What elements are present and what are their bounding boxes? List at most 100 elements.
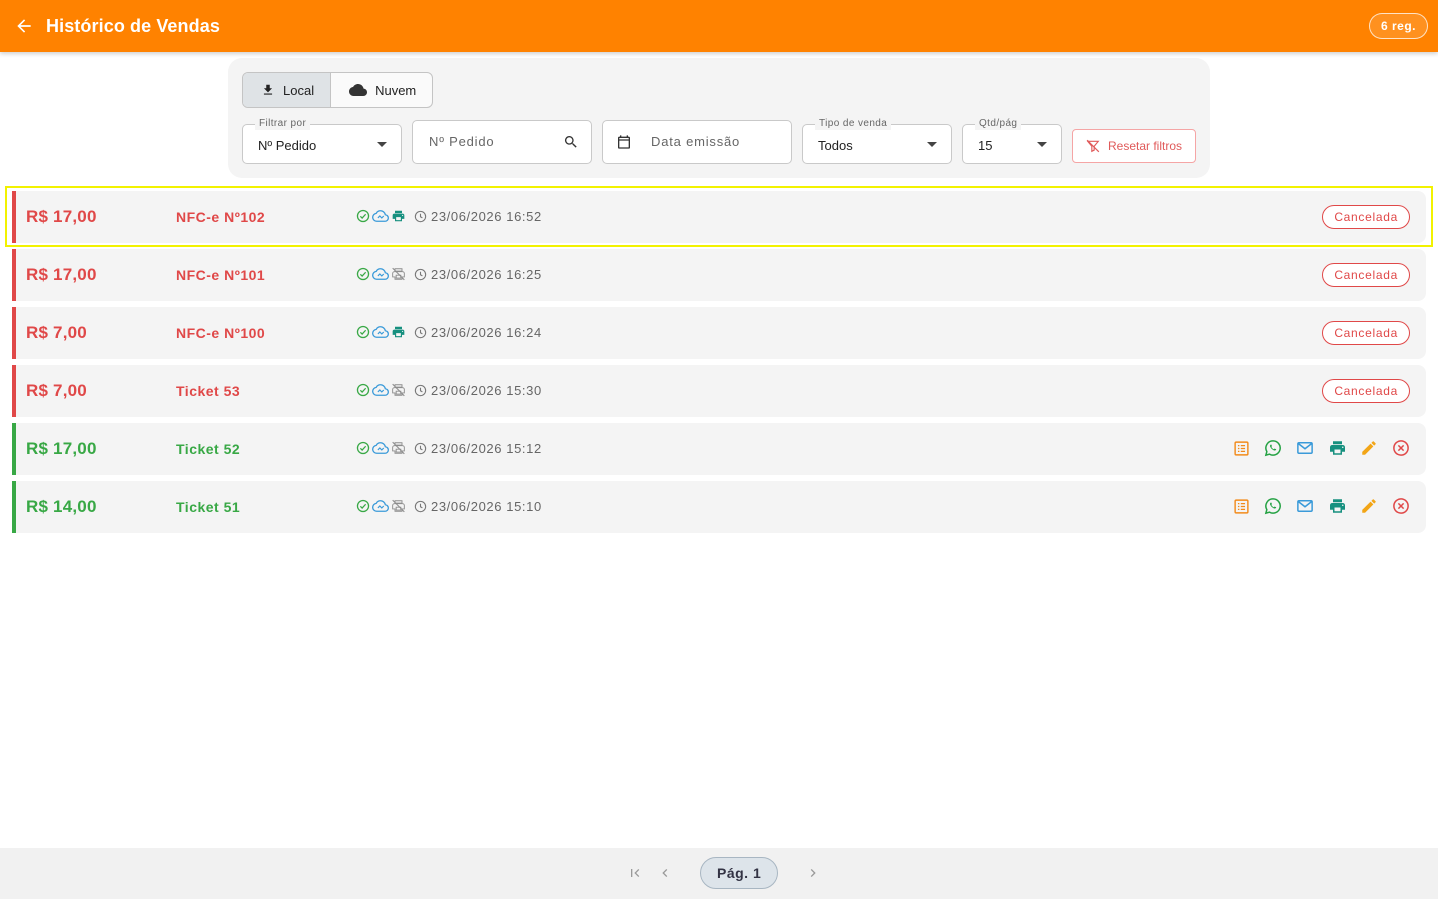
printer-icon (392, 326, 405, 338)
email-icon (1297, 442, 1313, 454)
cloud-icon (349, 84, 368, 96)
sale-actions (1230, 495, 1412, 517)
printer-off-icon (392, 499, 405, 513)
receipt-button[interactable] (1230, 495, 1252, 517)
sale-date-text: 23/06/2026 15:12 (431, 441, 542, 456)
printer-off-icon (392, 441, 405, 455)
sale-date: 23/06/2026 15:12 (414, 441, 542, 456)
sale-date-text: 23/06/2026 16:52 (431, 209, 542, 224)
receipt-icon (1233, 440, 1249, 456)
clock-icon (414, 384, 427, 397)
sale-date: 23/06/2026 16:25 (414, 267, 542, 282)
whatsapp-button[interactable] (1262, 495, 1284, 517)
sale-date-text: 23/06/2026 16:25 (431, 267, 542, 282)
reset-filters-label: Resetar filtros (1107, 139, 1183, 153)
check-circle-icon (356, 499, 370, 513)
first-page-icon (631, 869, 640, 877)
sale-date-text: 23/06/2026 15:30 (431, 383, 542, 398)
sale-amount: R$ 17,00 (26, 265, 97, 284)
chevron-left-icon (662, 869, 668, 877)
previous-page-button[interactable] (650, 857, 680, 889)
filter-by-select[interactable]: Filtrar por Nº Pedido (242, 118, 402, 164)
download-icon (263, 84, 273, 95)
status-badge: Cancelada (1322, 379, 1410, 403)
print-button[interactable] (1326, 437, 1348, 459)
order-search-input[interactable]: Nº Pedido (429, 134, 494, 149)
email-button[interactable] (1294, 495, 1316, 517)
order-search-field[interactable]: Nº Pedido (412, 120, 592, 164)
cloud-sync-icon (372, 442, 389, 454)
sale-row[interactable]: R$ 7,00 Ticket 53 23/06/2026 15:30 Cancelad… (12, 365, 1426, 417)
sale-type-select[interactable]: Tipo de venda Todos (802, 118, 952, 164)
sale-document: Ticket 53 (176, 383, 241, 399)
sale-document: Ticket 52 (176, 441, 241, 457)
sale-document: NFC-e Nº100 (176, 325, 266, 341)
sale-date: 23/06/2026 16:24 (414, 325, 542, 340)
filter-off-icon (1086, 139, 1100, 153)
printer-icon (392, 210, 405, 222)
cancel-sale-button[interactable] (1390, 437, 1412, 459)
sale-row[interactable]: R$ 7,00 NFC-e Nº100 23/06/2026 16:24 Cancel… (12, 307, 1426, 359)
page-title: Histórico de Vendas (46, 15, 220, 36)
sale-status-icons (356, 209, 406, 223)
source-toggle: Local Nuvem (242, 72, 434, 108)
cloud-sync-icon (372, 384, 389, 396)
edit-button[interactable] (1358, 495, 1380, 517)
sale-status-icons (356, 499, 406, 513)
date-input[interactable]: Data emissão (651, 134, 740, 149)
clock-icon (414, 442, 427, 455)
sale-row[interactable]: R$ 17,00 Ticket 52 23/06/2026 15:12 (12, 423, 1426, 475)
cloud-toggle-button[interactable]: Nuvem (330, 73, 432, 107)
sale-document: Ticket 51 (176, 499, 241, 515)
whatsapp-icon (1264, 440, 1281, 457)
back-button[interactable] (12, 14, 36, 38)
receipt-icon (1233, 498, 1249, 514)
whatsapp-button[interactable] (1262, 437, 1284, 459)
cancel-icon (1393, 498, 1409, 514)
printer-icon (1329, 441, 1345, 455)
cancel-icon (1393, 440, 1409, 456)
status-badge: Cancelada (1322, 321, 1410, 345)
status-badge: Cancelada (1322, 205, 1410, 229)
sale-type-label: Tipo de venda (815, 118, 892, 130)
sale-document: NFC-e Nº101 (176, 267, 266, 283)
date-field[interactable]: Data emissão (602, 120, 792, 164)
sale-row[interactable]: R$ 17,00 NFC-e Nº102 23/06/2026 16:52 Cance… (12, 191, 1426, 243)
email-button[interactable] (1294, 437, 1316, 459)
reset-filters-button[interactable]: Resetar filtros (1072, 129, 1196, 163)
printer-off-icon (392, 383, 405, 397)
pagination-footer: Pág. 1 (0, 848, 1438, 899)
cloud-sync-icon (372, 210, 389, 222)
cloud-toggle-label: Nuvem (375, 82, 417, 98)
receipt-button[interactable] (1230, 437, 1252, 459)
first-page-button[interactable] (620, 857, 650, 889)
sale-date: 23/06/2026 15:10 (414, 499, 542, 514)
printer-off-icon (392, 267, 405, 281)
chevron-down-icon (377, 142, 387, 147)
sale-amount: R$ 7,00 (26, 323, 87, 342)
sale-document: NFC-e Nº102 (176, 209, 266, 225)
edit-button[interactable] (1358, 437, 1380, 459)
sale-date: 23/06/2026 15:30 (414, 383, 542, 398)
edit-icon (1362, 499, 1376, 513)
cancel-sale-button[interactable] (1390, 495, 1412, 517)
sale-date: 23/06/2026 16:52 (414, 209, 542, 224)
print-button[interactable] (1326, 495, 1348, 517)
local-toggle-button[interactable]: Local (243, 73, 331, 107)
cloud-sync-icon (372, 268, 389, 280)
sale-status-icons (356, 267, 406, 281)
next-page-button[interactable] (798, 857, 828, 889)
sale-date-text: 23/06/2026 15:10 (431, 499, 542, 514)
clock-icon (414, 326, 427, 339)
search-icon[interactable] (563, 134, 579, 150)
check-circle-icon (356, 441, 370, 455)
record-count-badge: 6 reg. (1368, 13, 1428, 39)
clock-icon (414, 268, 427, 281)
local-toggle-label: Local (283, 82, 315, 98)
per-page-select[interactable]: Qtd/pág 15 (962, 118, 1062, 164)
printer-icon (1329, 499, 1345, 513)
sale-row[interactable]: R$ 14,00 Ticket 51 23/06/2026 15:10 (12, 481, 1426, 533)
status-badge: Cancelada (1322, 263, 1410, 287)
sale-row[interactable]: R$ 17,00 NFC-e Nº101 23/06/2026 16:25 Cance… (12, 249, 1426, 301)
pagination: Pág. 1 (620, 857, 828, 889)
